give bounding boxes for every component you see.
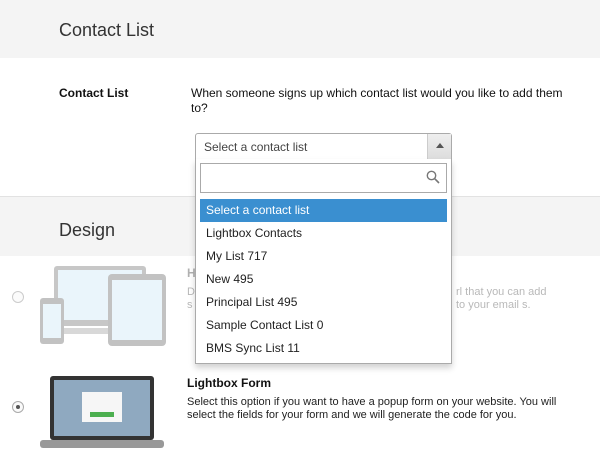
contact-list-description: When someone signs up which contact list… — [191, 86, 563, 115]
dropdown-option[interactable]: BMS Sync List 11 — [200, 337, 447, 360]
chevron-up-icon[interactable] — [427, 134, 451, 159]
dropdown-option[interactable]: Sample Contact List 0 — [200, 314, 447, 337]
lightbox-form-radio[interactable] — [12, 401, 24, 413]
laptop-lightbox-image — [40, 376, 164, 448]
dropdown-option[interactable]: New 495 — [200, 268, 447, 291]
dropdown-option[interactable]: My List 717 — [200, 245, 447, 268]
section-title: Design — [59, 220, 116, 240]
contact-list-dropdown: Select a contact list Lightbox Contacts … — [195, 159, 452, 364]
dropdown-options: Select a contact list Lightbox Contacts … — [200, 199, 447, 360]
dropdown-search-input[interactable] — [201, 164, 421, 192]
contact-list-label: Contact List — [59, 86, 129, 100]
section-title: Contact List — [59, 20, 155, 40]
search-icon — [426, 170, 440, 184]
select-value: Select a contact list — [204, 140, 308, 154]
contact-list-section-header: Contact List — [0, 0, 600, 58]
contact-list-select[interactable]: Select a contact list — [195, 133, 452, 160]
lightbox-option-title: Lightbox Form — [187, 376, 271, 390]
dropdown-option[interactable]: Select a contact list — [200, 199, 447, 222]
lightbox-option-description: Select this option if you want to have a… — [187, 396, 557, 421]
hosted-form-radio[interactable] — [12, 291, 24, 303]
dropdown-search — [200, 163, 447, 193]
hosted-option-description-right: rl that you can add to your email s. — [456, 286, 547, 311]
responsive-devices-image — [40, 266, 166, 346]
dropdown-option[interactable]: Lightbox Contacts — [200, 222, 447, 245]
dropdown-option[interactable]: Principal List 495 — [200, 291, 447, 314]
hosted-option-description-left: D s — [187, 286, 195, 311]
